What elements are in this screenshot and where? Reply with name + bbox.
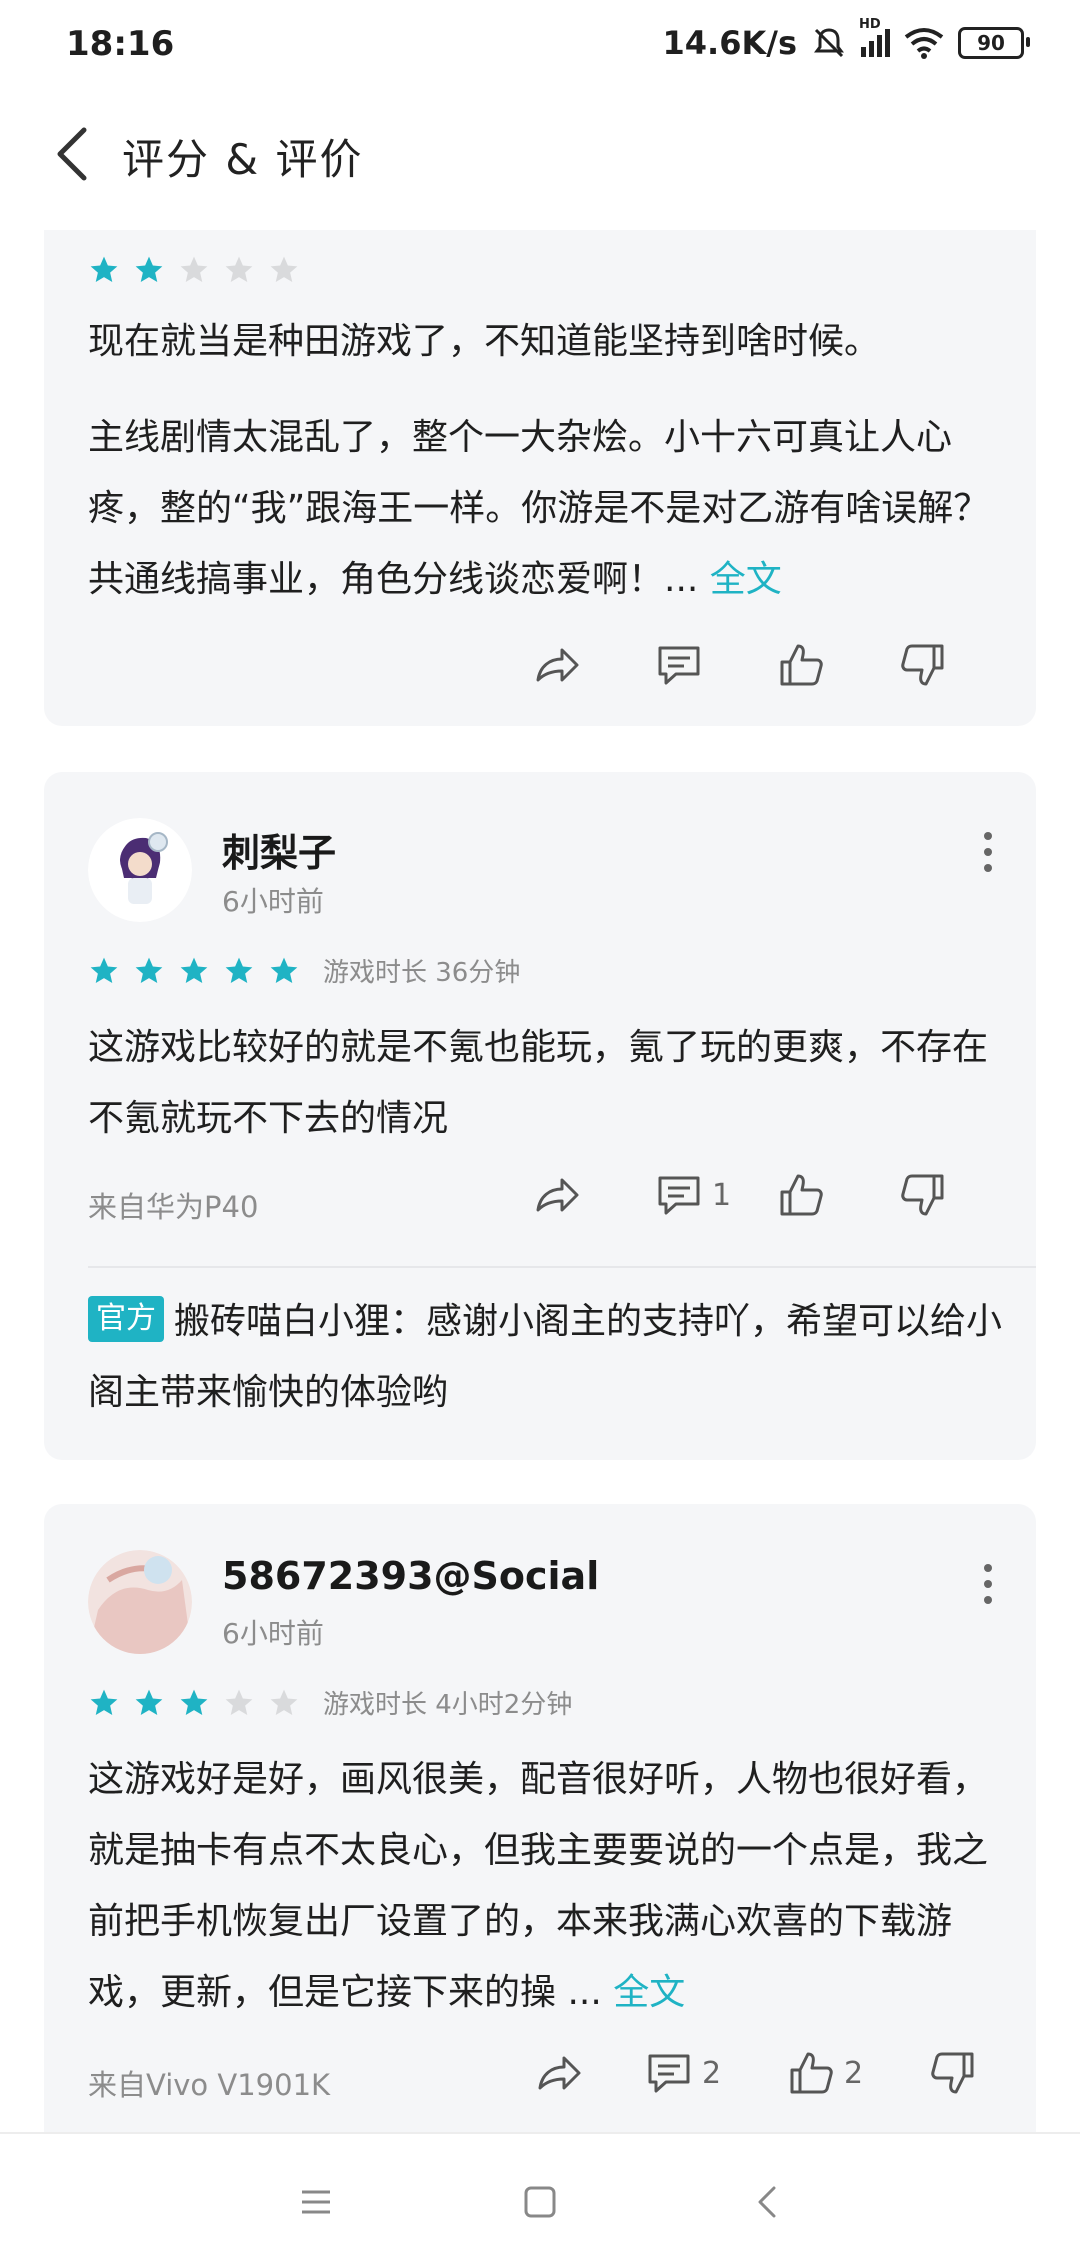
comment-button[interactable]: 2 xyxy=(644,2048,786,2098)
star-icon xyxy=(225,1689,253,1715)
username[interactable]: 刺梨子 xyxy=(222,822,336,877)
signal-hd-label: HD xyxy=(859,17,881,32)
star-icon xyxy=(90,957,118,983)
like-button[interactable] xyxy=(776,1170,898,1220)
signal-icon: HD xyxy=(859,17,890,57)
post-time: 6小时前 xyxy=(222,1617,324,1650)
dislike-button[interactable] xyxy=(898,1170,1020,1220)
review-actions: 1 xyxy=(532,1170,1020,1220)
comment-count: 2 xyxy=(702,2055,722,2091)
battery-indicator: 90 xyxy=(958,27,1030,59)
divider xyxy=(88,1266,1036,1268)
system-nav-bar xyxy=(0,2132,1080,2266)
comment-count: 1 xyxy=(712,1177,732,1213)
menu-button[interactable] xyxy=(296,2182,336,2222)
device-info: 来自Vivo V1901K xyxy=(88,2068,331,2102)
star-icon xyxy=(90,1689,118,1715)
review-actions: 2 2 xyxy=(534,2048,1020,2098)
star-icon xyxy=(225,957,253,983)
star-icon xyxy=(135,256,163,282)
star-icon xyxy=(270,256,298,282)
star-icon xyxy=(90,256,118,282)
net-speed: 14.6K/s xyxy=(662,24,797,62)
review-actions xyxy=(532,640,1020,690)
nav-back-button[interactable] xyxy=(748,2182,788,2222)
star-icon xyxy=(180,957,208,983)
comment-button[interactable] xyxy=(654,640,776,690)
share-button[interactable] xyxy=(534,2048,644,2098)
star-icon xyxy=(270,957,298,983)
avatar[interactable] xyxy=(88,1550,192,1654)
review-body: 主线剧情太混乱了，整个一大杂烩。小十六可真让人心疼，整的“我”跟海王一样。你游是… xyxy=(88,417,990,600)
home-icon xyxy=(524,2186,556,2218)
post-time: 6小时前 xyxy=(222,885,324,918)
device-info: 来自华为P40 xyxy=(88,1190,259,1224)
username[interactable]: 58672393@Social xyxy=(222,1554,599,1598)
mute-icon xyxy=(814,28,844,58)
star-icon xyxy=(270,1689,298,1715)
comment-icon xyxy=(658,1176,700,1215)
nav-back-icon xyxy=(758,2186,776,2218)
star-icon xyxy=(135,1689,163,1715)
review-text: 现在就当是种田游戏了，不知道能坚持到啥时候。 xyxy=(88,321,881,362)
more-button[interactable] xyxy=(980,1564,996,1604)
share-icon xyxy=(536,1178,579,1212)
back-button[interactable] xyxy=(52,122,112,186)
avatar[interactable] xyxy=(88,818,192,922)
status-right: 14.6K/s HD 90 xyxy=(662,17,1030,62)
review-body: 这游戏好是好，画风很美，配音很好听，人物也很好看，就是抽卡有点不太良心，但我主要… xyxy=(88,1759,989,2013)
official-reply: 官方 搬砖喵白小狸：感谢小阁主的支持吖，希望可以给小阁主带来愉快的体验哟 xyxy=(88,1286,1008,1428)
status-bar: 18:16 14.6K/s HD 90 xyxy=(0,0,1080,96)
review-card: 现在就当是种田游戏了，不知道能坚持到啥时候。 主线剧情太混乱了，整个一大杂烩。小… xyxy=(44,230,1036,726)
page-title: 评分 & 评价 xyxy=(122,135,364,184)
review-text: 主线剧情太混乱了，整个一大杂烩。小十六可真让人心疼，整的“我”跟海王一样。你游是… xyxy=(88,402,1008,615)
rating-stars: 游戏时长 4小时2分钟 xyxy=(88,1684,572,1721)
star-icon xyxy=(180,1689,208,1715)
comment-icon xyxy=(658,646,700,685)
dislike-icon xyxy=(901,1174,944,1216)
menu-icon xyxy=(302,2190,330,2214)
star-icon xyxy=(180,256,208,282)
rating-stars xyxy=(88,254,300,286)
play-duration: 游戏时长 4小时2分钟 xyxy=(323,1690,573,1720)
review-card: 58672393@Social 6小时前 游戏时长 4小时2分钟 这游戏好是好，… xyxy=(44,1504,1036,2144)
like-icon xyxy=(790,2052,833,2094)
status-time: 18:16 xyxy=(66,24,175,64)
like-icon xyxy=(780,644,823,686)
header: 评分 & 评价 xyxy=(0,100,1080,210)
avatar-image xyxy=(88,818,192,922)
full-text-link[interactable]: 全文 xyxy=(710,559,782,600)
like-button[interactable] xyxy=(776,640,898,690)
dislike-icon xyxy=(931,2052,974,2094)
more-button[interactable] xyxy=(980,832,996,872)
comment-icon xyxy=(648,2054,690,2093)
dislike-icon xyxy=(901,644,944,686)
star-icon xyxy=(135,957,163,983)
play-duration: 游戏时长 36分钟 xyxy=(323,958,521,988)
home-button[interactable] xyxy=(520,2182,560,2222)
rating-stars: 游戏时长 36分钟 xyxy=(88,952,520,989)
like-icon xyxy=(780,1174,823,1216)
back-icon xyxy=(57,127,87,181)
like-count: 2 xyxy=(844,2055,864,2091)
review-text: 这游戏好是好，画风很美，配音很好听，人物也很好看，就是抽卡有点不太良心，但我主要… xyxy=(88,1744,1008,2028)
share-button[interactable] xyxy=(532,1170,654,1220)
star-icon xyxy=(225,256,253,282)
review-text: 这游戏比较好的就是不氪也能玩，氪了玩的更爽，不存在不氪就玩不下去的情况 xyxy=(88,1027,989,1139)
official-reply-text: 搬砖喵白小狸：感谢小阁主的支持吖，希望可以给小阁主带来愉快的体验哟 xyxy=(88,1301,1003,1413)
share-icon xyxy=(538,2056,581,2090)
comment-button[interactable]: 1 xyxy=(654,1170,776,1220)
more-icon xyxy=(984,832,992,840)
avatar-image xyxy=(88,1550,192,1654)
wifi-icon xyxy=(904,28,944,59)
review-card: 刺梨子 6小时前 游戏时长 36分钟 这游戏比较好的就是不氪也能玩，氪了玩的更爽… xyxy=(44,772,1036,1460)
dislike-button[interactable] xyxy=(898,640,1020,690)
dislike-button[interactable] xyxy=(928,2048,1020,2098)
like-button[interactable]: 2 xyxy=(786,2048,928,2098)
official-tag: 官方 xyxy=(88,1296,164,1342)
share-button[interactable] xyxy=(532,640,654,690)
share-icon xyxy=(536,648,579,682)
more-icon xyxy=(984,1564,992,1572)
full-text-link[interactable]: 全文 xyxy=(613,1972,685,2013)
